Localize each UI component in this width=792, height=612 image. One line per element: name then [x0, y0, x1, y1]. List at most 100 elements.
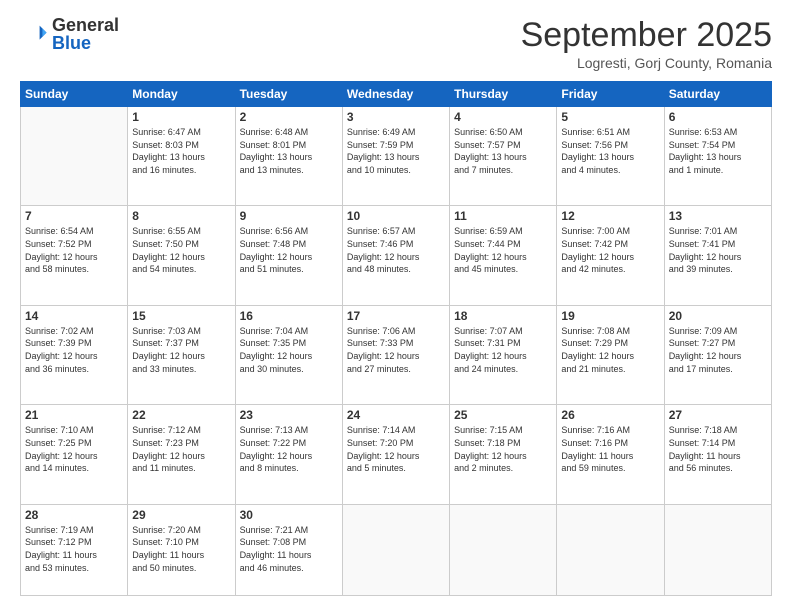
table-row: 7Sunrise: 6:54 AM Sunset: 7:52 PM Daylig…	[21, 206, 128, 305]
col-wednesday: Wednesday	[342, 82, 449, 107]
day-info: Sunrise: 7:04 AM Sunset: 7:35 PM Dayligh…	[240, 325, 338, 375]
table-row: 1 Sunrise: 6:47 AM Sunset: 8:03 PM Daylig…	[128, 107, 235, 206]
day-info: Sunrise: 7:01 AM Sunset: 7:41 PM Dayligh…	[669, 225, 767, 275]
day-number: 17	[347, 309, 445, 323]
day-info: Sunrise: 7:06 AM Sunset: 7:33 PM Dayligh…	[347, 325, 445, 375]
day-info: Sunrise: 6:53 AM Sunset: 7:54 PM Dayligh…	[669, 126, 767, 176]
day-number: 6	[669, 110, 767, 124]
day-number: 16	[240, 309, 338, 323]
day-number: 19	[561, 309, 659, 323]
day-info: Sunrise: 7:10 AM Sunset: 7:25 PM Dayligh…	[25, 424, 123, 474]
col-tuesday: Tuesday	[235, 82, 342, 107]
table-row: 15 Sunrise: 7:03 AM Sunset: 7:37 PM Dayli…	[128, 305, 235, 404]
table-row: 8 Sunrise: 6:55 AM Sunset: 7:50 PM Daylig…	[128, 206, 235, 305]
day-number: 8	[132, 209, 230, 223]
table-row: 10 Sunrise: 6:57 AM Sunset: 7:46 PM Dayli…	[342, 206, 449, 305]
table-row	[342, 504, 449, 595]
table-row: 17 Sunrise: 7:06 AM Sunset: 7:33 PM Dayli…	[342, 305, 449, 404]
day-number: 20	[669, 309, 767, 323]
day-number: 3	[347, 110, 445, 124]
day-info: Sunrise: 7:20 AM Sunset: 7:10 PM Dayligh…	[132, 524, 230, 574]
title-block: September 2025 Logresti, Gorj County, Ro…	[521, 16, 772, 71]
table-row	[557, 504, 664, 595]
day-number: 29	[132, 508, 230, 522]
table-row: 19 Sunrise: 7:08 AM Sunset: 7:29 PM Dayli…	[557, 305, 664, 404]
col-friday: Friday	[557, 82, 664, 107]
table-row: 12Sunrise: 7:00 AM Sunset: 7:42 PM Dayli…	[557, 206, 664, 305]
day-info: Sunrise: 7:18 AM Sunset: 7:14 PM Dayligh…	[669, 424, 767, 474]
logo-blue: Blue	[52, 34, 119, 52]
day-number: 9	[240, 209, 338, 223]
day-number: 24	[347, 408, 445, 422]
day-number: 1	[132, 110, 230, 124]
table-row	[21, 107, 128, 206]
day-info: Sunrise: 6:48 AM Sunset: 8:01 PM Dayligh…	[240, 126, 338, 176]
day-info: Sunrise: 7:12 AM Sunset: 7:23 PM Dayligh…	[132, 424, 230, 474]
table-row: 29 Sunrise: 7:20 AM Sunset: 7:10 PM Dayli…	[128, 504, 235, 595]
day-number: 23	[240, 408, 338, 422]
page: General Blue September 2025 Logresti, Go…	[0, 0, 792, 612]
day-number: 26	[561, 408, 659, 422]
table-row: 9 Sunrise: 6:56 AM Sunset: 7:48 PM Daylig…	[235, 206, 342, 305]
calendar-table: Sunday Monday Tuesday Wednesday Thursday…	[20, 81, 772, 596]
day-info: Sunrise: 6:59 AM Sunset: 7:44 PM Dayligh…	[454, 225, 552, 275]
day-info: Sunrise: 6:56 AM Sunset: 7:48 PM Dayligh…	[240, 225, 338, 275]
calendar-header-row: Sunday Monday Tuesday Wednesday Thursday…	[21, 82, 772, 107]
day-number: 11	[454, 209, 552, 223]
day-info: Sunrise: 6:47 AM Sunset: 8:03 PM Dayligh…	[132, 126, 230, 176]
table-row: 6 Sunrise: 6:53 AM Sunset: 7:54 PM Daylig…	[664, 107, 771, 206]
table-row: 14Sunrise: 7:02 AM Sunset: 7:39 PM Dayli…	[21, 305, 128, 404]
day-info: Sunrise: 6:55 AM Sunset: 7:50 PM Dayligh…	[132, 225, 230, 275]
day-info: Sunrise: 7:15 AM Sunset: 7:18 PM Dayligh…	[454, 424, 552, 474]
day-number: 4	[454, 110, 552, 124]
logo-text: General Blue	[52, 16, 119, 52]
day-number: 5	[561, 110, 659, 124]
table-row: 30 Sunrise: 7:21 AM Sunset: 7:08 PM Dayli…	[235, 504, 342, 595]
table-row: 20 Sunrise: 7:09 AM Sunset: 7:27 PM Dayli…	[664, 305, 771, 404]
table-row: 13 Sunrise: 7:01 AM Sunset: 7:41 PM Dayli…	[664, 206, 771, 305]
day-number: 27	[669, 408, 767, 422]
day-info: Sunrise: 7:21 AM Sunset: 7:08 PM Dayligh…	[240, 524, 338, 574]
col-sunday: Sunday	[21, 82, 128, 107]
day-info: Sunrise: 7:19 AM Sunset: 7:12 PM Dayligh…	[25, 524, 123, 574]
day-number: 22	[132, 408, 230, 422]
day-info: Sunrise: 6:57 AM Sunset: 7:46 PM Dayligh…	[347, 225, 445, 275]
day-number: 25	[454, 408, 552, 422]
table-row: 21Sunrise: 7:10 AM Sunset: 7:25 PM Dayli…	[21, 405, 128, 504]
day-number: 15	[132, 309, 230, 323]
day-info: Sunrise: 7:08 AM Sunset: 7:29 PM Dayligh…	[561, 325, 659, 375]
day-info: Sunrise: 7:13 AM Sunset: 7:22 PM Dayligh…	[240, 424, 338, 474]
logo: General Blue	[20, 16, 119, 52]
day-number: 14	[25, 309, 123, 323]
day-info: Sunrise: 7:09 AM Sunset: 7:27 PM Dayligh…	[669, 325, 767, 375]
day-number: 30	[240, 508, 338, 522]
table-row	[664, 504, 771, 595]
table-row: 26 Sunrise: 7:16 AM Sunset: 7:16 PM Dayli…	[557, 405, 664, 504]
table-row: 24 Sunrise: 7:14 AM Sunset: 7:20 PM Dayli…	[342, 405, 449, 504]
calendar-week-3: 14Sunrise: 7:02 AM Sunset: 7:39 PM Dayli…	[21, 305, 772, 404]
table-row: 28Sunrise: 7:19 AM Sunset: 7:12 PM Dayli…	[21, 504, 128, 595]
day-number: 10	[347, 209, 445, 223]
table-row: 5 Sunrise: 6:51 AM Sunset: 7:56 PM Daylig…	[557, 107, 664, 206]
table-row	[450, 504, 557, 595]
day-info: Sunrise: 7:16 AM Sunset: 7:16 PM Dayligh…	[561, 424, 659, 474]
day-info: Sunrise: 7:03 AM Sunset: 7:37 PM Dayligh…	[132, 325, 230, 375]
table-row: 27 Sunrise: 7:18 AM Sunset: 7:14 PM Dayli…	[664, 405, 771, 504]
col-thursday: Thursday	[450, 82, 557, 107]
location-subtitle: Logresti, Gorj County, Romania	[521, 55, 772, 71]
day-info: Sunrise: 6:51 AM Sunset: 7:56 PM Dayligh…	[561, 126, 659, 176]
calendar-week-1: 1 Sunrise: 6:47 AM Sunset: 8:03 PM Daylig…	[21, 107, 772, 206]
day-number: 13	[669, 209, 767, 223]
table-row: 11 Sunrise: 6:59 AM Sunset: 7:44 PM Dayli…	[450, 206, 557, 305]
table-row: 22 Sunrise: 7:12 AM Sunset: 7:23 PM Dayli…	[128, 405, 235, 504]
day-info: Sunrise: 6:50 AM Sunset: 7:57 PM Dayligh…	[454, 126, 552, 176]
day-number: 18	[454, 309, 552, 323]
logo-icon	[20, 20, 48, 48]
table-row: 25 Sunrise: 7:15 AM Sunset: 7:18 PM Dayli…	[450, 405, 557, 504]
header: General Blue September 2025 Logresti, Go…	[20, 16, 772, 71]
table-row: 4 Sunrise: 6:50 AM Sunset: 7:57 PM Daylig…	[450, 107, 557, 206]
logo-general: General	[52, 16, 119, 34]
day-info: Sunrise: 7:07 AM Sunset: 7:31 PM Dayligh…	[454, 325, 552, 375]
day-info: Sunrise: 7:14 AM Sunset: 7:20 PM Dayligh…	[347, 424, 445, 474]
table-row: 23 Sunrise: 7:13 AM Sunset: 7:22 PM Dayli…	[235, 405, 342, 504]
